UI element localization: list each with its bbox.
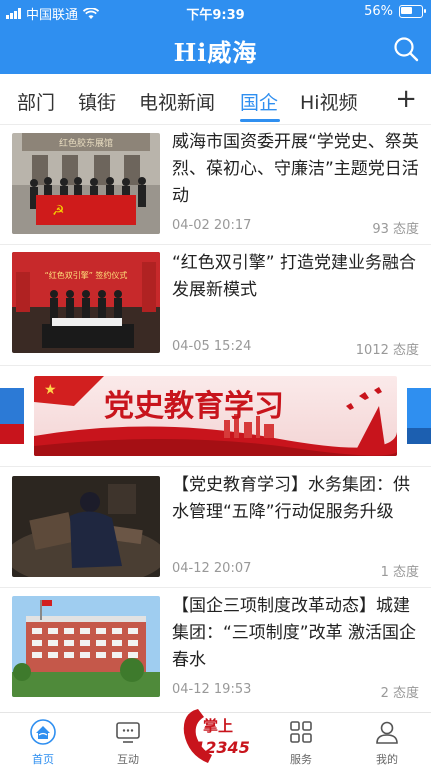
article-likes: 1012 态度 (355, 343, 419, 358)
grid-icon (290, 721, 312, 743)
hotline-12345-button[interactable]: 掌上 12345 (178, 703, 252, 767)
article-date: 04-12 19:53 (172, 682, 252, 697)
article-thumbnail: 红色胶东展馆 ☭ (12, 133, 160, 234)
banner-prev-slide[interactable] (0, 388, 24, 444)
article-thumbnail (12, 476, 160, 577)
hotline-line2: 12345 (194, 738, 250, 757)
banner-carousel[interactable]: ★ 党史教育学习 (0, 366, 431, 467)
search-icon[interactable] (393, 36, 419, 62)
tabbar-mine[interactable]: 我的 (357, 719, 417, 767)
article-title[interactable]: “红色双引擎” 打造党建业务融合发展新模式 (172, 250, 421, 304)
svg-text:☭: ☭ (52, 203, 65, 219)
tabbar-services[interactable]: 服务 (271, 719, 331, 767)
active-tab-indicator (240, 119, 280, 122)
tabbar-interact[interactable]: 互动 (98, 719, 158, 767)
article-thumbnail (12, 596, 160, 697)
user-icon (376, 721, 398, 744)
banner-next-slide[interactable] (407, 388, 431, 444)
hotline-line1: 掌上 (203, 717, 233, 735)
tabbar-interact-label: 互动 (117, 753, 139, 766)
tab-bumen[interactable]: 部门 (17, 88, 55, 115)
svg-text:★: ★ (44, 382, 57, 398)
hotline-12345-icon: 掌上 12345 (183, 709, 250, 763)
banner-title: 党史教育学习 (104, 389, 284, 424)
article-title[interactable]: 威海市国资委开展“学党史、祭英烈、葆初心、守廉洁”主题党日活动 (172, 129, 421, 210)
tab-zhenjie[interactable]: 镇街 (78, 88, 116, 115)
tab-tv-news[interactable]: 电视新闻 (139, 88, 215, 115)
status-bar: 中国联通 下午9:39 56% (0, 0, 431, 24)
tab-guoqi[interactable]: 国企 (240, 88, 278, 115)
article-likes: 93 态度 (372, 222, 419, 237)
app-header: Hi威海 (0, 24, 431, 74)
banner-slide[interactable]: ★ 党史教育学习 (34, 376, 397, 456)
add-channel-button[interactable]: + (395, 84, 417, 114)
article-date: 04-05 15:24 (172, 339, 252, 354)
article-item[interactable]: 红色胶东展馆 ☭ 威海市国资委开展“学党史、祭英烈、葆初心、守廉洁”主题党日活动… (0, 124, 431, 245)
thumb-caption: 红色胶东展馆 (59, 137, 113, 149)
article-date: 04-12 20:07 (172, 561, 252, 576)
article-item[interactable]: “红色双引擎” 签约仪式 “红色双引擎” 打造党建业务融合发展新模式 04-05… (0, 245, 431, 366)
article-item[interactable]: 【党史教育学习】水务集团：供水管理“五降”行动促服务升级 04-12 20:07… (0, 467, 431, 588)
tabbar-mine-label: 我的 (376, 753, 398, 766)
bottom-tab-bar: 首页 互动 掌上 12345 服务 我的 (0, 709, 431, 769)
monitor-icon (116, 722, 140, 743)
tabbar-services-label: 服务 (290, 753, 312, 766)
thumb-caption: “红色双引擎” 签约仪式 (45, 270, 128, 280)
article-item[interactable]: 【国企三项制度改革动态】城建集团：“三项制度”改革 激活国企春水 04-12 1… (0, 588, 431, 708)
article-date: 04-02 20:17 (172, 218, 252, 233)
tabbar-home-label: 首页 (32, 753, 54, 766)
battery-icon (399, 5, 426, 18)
tab-hi-video[interactable]: Hi视频 (300, 88, 358, 115)
status-right: 56% (364, 4, 426, 19)
article-title[interactable]: 【党史教育学习】水务集团：供水管理“五降”行动促服务升级 (172, 472, 421, 526)
article-title[interactable]: 【国企三项制度改革动态】城建集团：“三项制度”改革 激活国企春水 (172, 593, 421, 674)
tabbar-home[interactable]: 首页 (13, 719, 73, 767)
article-likes: 2 态度 (380, 686, 419, 701)
battery-percent: 56% (364, 4, 393, 19)
article-thumbnail: “红色双引擎” 签约仪式 (12, 252, 160, 353)
app-logo-title: Hi威海 (173, 38, 258, 67)
channel-tabs: 部门 镇街 电视新闻 国企 Hi视频 + (0, 74, 431, 125)
home-icon (30, 719, 56, 745)
article-likes: 1 态度 (380, 565, 419, 580)
